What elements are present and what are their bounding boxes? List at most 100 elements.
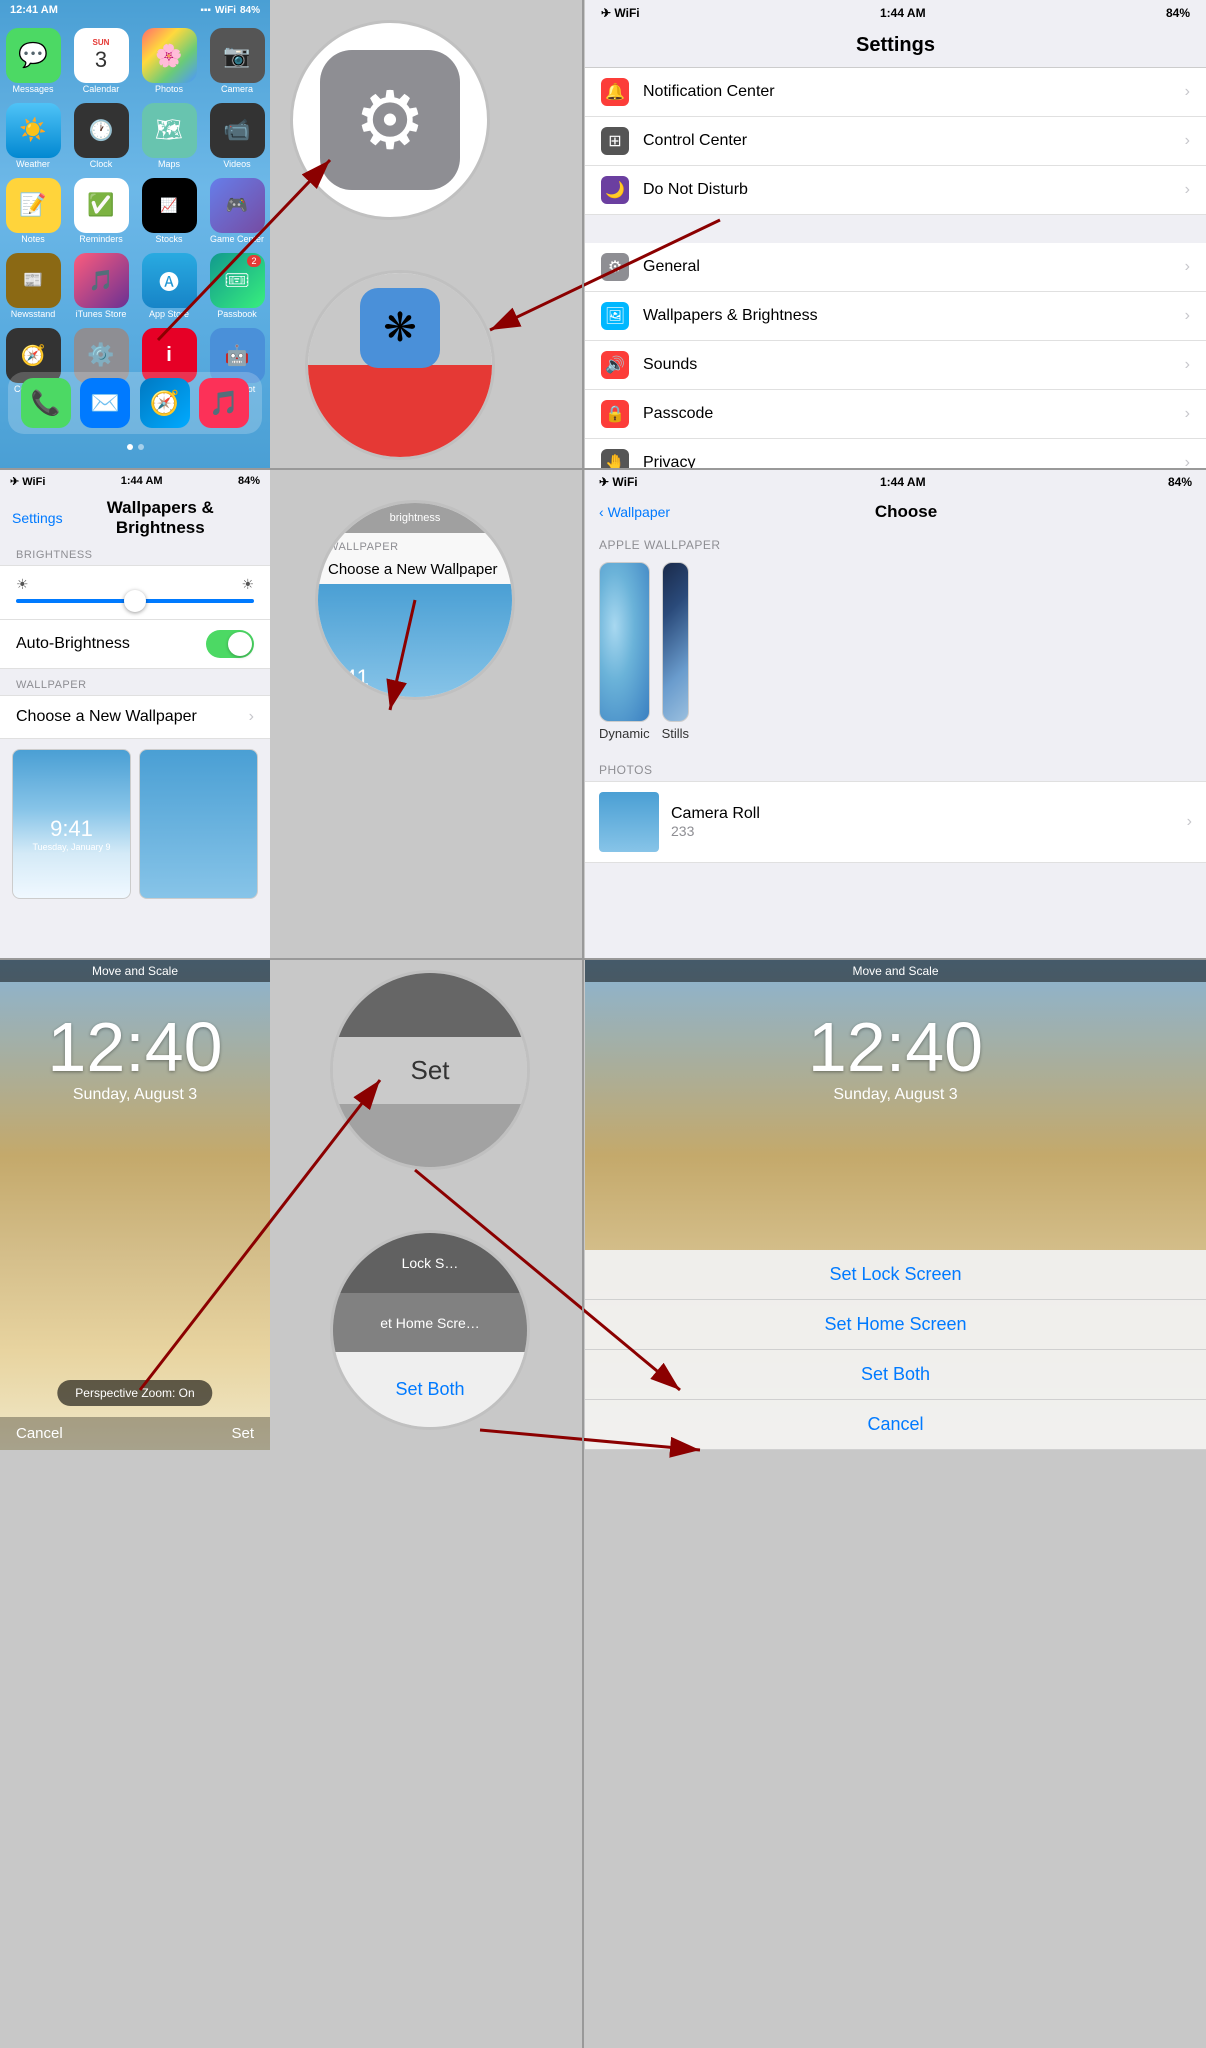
choose-back-button[interactable]: ‹ Wallpaper [599, 504, 670, 520]
camera-roll-count: 233 [671, 823, 1187, 839]
dynamic-wallpaper-thumb[interactable] [599, 562, 650, 722]
settings-status-time: 1:44 AM [880, 6, 926, 20]
passcode-label: Passcode [643, 405, 1185, 423]
dock-phone[interactable]: 📞 [21, 378, 71, 428]
brightness-thumb[interactable] [124, 590, 146, 612]
app-calendar[interactable]: SUN 3 Calendar [71, 28, 131, 95]
settings-item-notification[interactable]: 🔔 Notification Center › [585, 68, 1206, 117]
app-newsstand[interactable]: 📰 Newsstand [3, 253, 63, 320]
chevron-icon: › [1185, 83, 1190, 101]
settings-item-control[interactable]: ⊞ Control Center › [585, 117, 1206, 166]
lock-screen-preview[interactable]: 9:41 Tuesday, January 9 [12, 749, 131, 899]
wallpaper-thumbs: Dynamic Stills [585, 556, 1206, 755]
photos-label: PHOTOS [585, 755, 1206, 781]
horizontal-divider-2 [0, 958, 1206, 960]
settings-battery: 84% [1166, 6, 1190, 20]
app-weather[interactable]: ☀️ Weather [3, 103, 63, 170]
settings-item-sounds[interactable]: 🔊 Sounds › [585, 341, 1206, 390]
set-options-time: 12:40 [585, 1012, 1206, 1082]
notification-icon: 🔔 [601, 78, 629, 106]
wallpaper-previews: 9:41 Tuesday, January 9 [0, 739, 270, 909]
choose-status-icons: ✈ WiFi [599, 475, 638, 489]
control-icon: ⊞ [601, 127, 629, 155]
home-status-icons: ▪▪▪ WiFi 84% [200, 5, 260, 16]
set-options-cancel-button[interactable]: Cancel [585, 1400, 1206, 1450]
settings-item-general[interactable]: ⚙ General › [585, 243, 1206, 292]
app-grid: 💬 Messages SUN 3 Calendar 🌸 Photos 📷 Cam… [0, 20, 270, 402]
sun-large-icon: ☀ [241, 576, 254, 593]
app-stocks[interactable]: 📈 Stocks [139, 178, 199, 245]
set-options-date: Sunday, August 3 [585, 1086, 1206, 1104]
settings-title: Settings [585, 26, 1206, 67]
lock-cancel-button[interactable]: Cancel [16, 1425, 63, 1442]
wallpaper-icon-callout: ⚙ ❋ [305, 270, 495, 460]
sun-small-icon: ☀ [16, 576, 29, 593]
settings-item-wallpaper[interactable]: 🖼 Wallpapers & Brightness › [585, 292, 1206, 341]
settings-item-dnd[interactable]: 🌙 Do Not Disturb › [585, 166, 1206, 215]
wp-back-button[interactable]: Settings [12, 510, 63, 526]
dnd-icon: 🌙 [601, 176, 629, 204]
dock-safari[interactable]: 🧭 [140, 378, 190, 428]
lock-set-button[interactable]: Set [231, 1425, 254, 1442]
brightness-label: BRIGHTNESS [0, 543, 270, 565]
set-both-button[interactable]: Set Both [585, 1350, 1206, 1400]
app-reminders[interactable]: ✅ Reminders [71, 178, 131, 245]
app-appstore[interactable]: 🅐 App Store [139, 253, 199, 320]
set-circle-bottom [333, 1104, 527, 1168]
app-itunes[interactable]: 🎵 iTunes Store [71, 253, 131, 320]
chevron-icon-4: › [1185, 258, 1190, 276]
wallpaper-settings-label: Wallpapers & Brightness [643, 307, 1185, 325]
auto-brightness-row: Auto-Brightness [0, 620, 270, 669]
app-passbook[interactable]: 🎟 2 Passbook [207, 253, 267, 320]
choose-battery: 84% [1168, 475, 1192, 489]
sounds-label: Sounds [643, 356, 1185, 374]
chevron-icon-5: › [1185, 307, 1190, 325]
gear-symbol: ⚙ [354, 74, 426, 167]
home-status-bar: 12:41 AM ▪▪▪ WiFi 84% [0, 0, 270, 20]
camera-roll-item[interactable]: Camera Roll 233 › [585, 781, 1206, 863]
app-messages[interactable]: 💬 Messages [3, 28, 63, 95]
dock-mail[interactable]: ✉️ [80, 378, 130, 428]
vertical-divider [582, 0, 584, 2048]
wallpaper-circle-inner: ⚙ ❋ [308, 273, 492, 457]
brightness-track[interactable] [16, 599, 254, 603]
gear-icon-large: ⚙ [320, 50, 460, 190]
choose-chevron: › [249, 708, 254, 726]
choose-wallpaper-item-text: Choose a New Wallpaper [328, 561, 498, 578]
app-camera[interactable]: 📷 Camera [207, 28, 267, 95]
app-maps[interactable]: 🗺 Maps [139, 103, 199, 170]
home-screen-preview[interactable] [139, 749, 258, 899]
choose-screen-title: Choose [670, 502, 1192, 522]
set-lock-screen-button[interactable]: Set Lock Screen [585, 1250, 1206, 1300]
set-button-callout: Set [330, 970, 530, 1170]
set-circle-top [333, 973, 527, 1037]
notification-label: Notification Center [643, 83, 1185, 101]
settings-list: 🔔 Notification Center › ⊞ Control Center… [585, 67, 1206, 470]
app-photos[interactable]: 🌸 Photos [139, 28, 199, 95]
settings-gear-callout: ⚙ [290, 20, 490, 220]
settings-item-privacy[interactable]: 🤚 Privacy › [585, 439, 1206, 470]
lock-screen-actions: Cancel Set [0, 1417, 270, 1450]
wallpaper-circle-bottom [308, 365, 492, 457]
choose-wallpaper-row[interactable]: Choose a New Wallpaper › [0, 695, 270, 739]
app-gamecenter[interactable]: 🎮 Game Center [207, 178, 267, 245]
set-home-screen-button[interactable]: Set Home Screen [585, 1300, 1206, 1350]
home-screen: 12:41 AM ▪▪▪ WiFi 84% 💬 Messages SUN 3 C… [0, 0, 270, 470]
auto-brightness-toggle[interactable] [206, 630, 254, 658]
chevron-icon-6: › [1185, 356, 1190, 374]
app-notes[interactable]: 📝 Notes [3, 178, 63, 245]
wallpaper-settings-icon: 🖼 [601, 302, 629, 330]
stills-wallpaper-thumb[interactable] [662, 562, 689, 722]
wp-screen-title: Wallpapers & Brightness [63, 498, 258, 538]
choose-wallpaper-panel: ✈ WiFi 1:44 AM 84% ‹ Wallpaper Choose AP… [585, 470, 1206, 960]
settings-status-bar: ✈ WiFi 1:44 AM 84% [585, 0, 1206, 26]
dock: 📞 ✉️ 🧭 🎵 [8, 372, 262, 434]
choose-status-time: 1:44 AM [880, 475, 926, 489]
dock-music[interactable]: 🎵 [199, 378, 249, 428]
set-options-panel: Move and Scale 12:40 Sunday, August 3 Se… [585, 960, 1206, 1450]
flower-icon: ❋ [360, 288, 440, 368]
control-label: Control Center [643, 132, 1185, 150]
settings-item-passcode[interactable]: 🔒 Passcode › [585, 390, 1206, 439]
app-clock[interactable]: 🕐 Clock [71, 103, 131, 170]
app-videos[interactable]: 📹 Videos [207, 103, 267, 170]
